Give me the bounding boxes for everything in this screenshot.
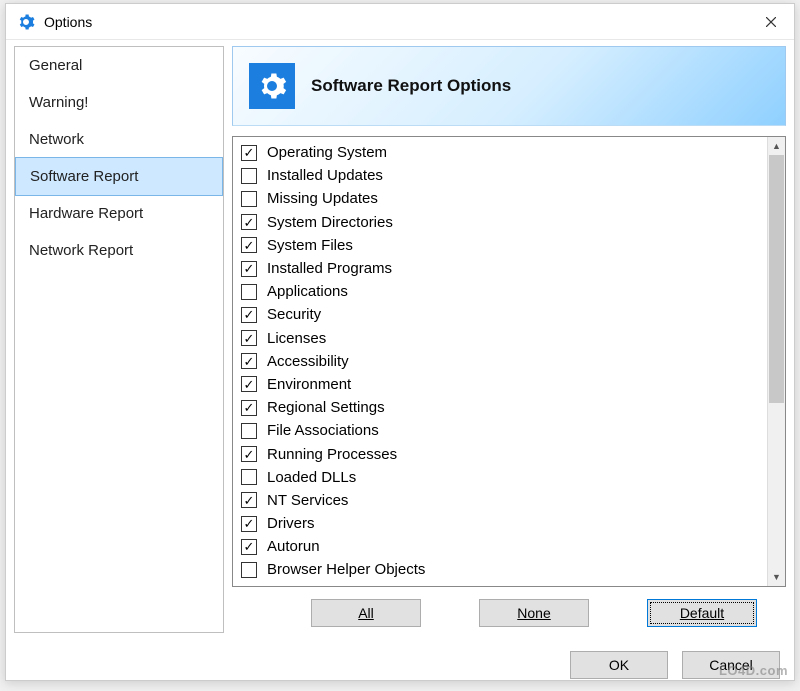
checkbox[interactable] <box>241 516 257 532</box>
sidebar-item-label: Software Report <box>30 168 138 185</box>
cancel-button-label: Cancel <box>709 657 753 673</box>
checklist-row[interactable]: Accessibility <box>235 350 765 373</box>
checkbox[interactable] <box>241 284 257 300</box>
sidebar-item-hardware-report[interactable]: Hardware Report <box>15 195 223 232</box>
none-button-label: None <box>517 605 550 621</box>
dialog-body: General Warning! Network Software Report Har… <box>6 40 794 641</box>
checklist-row[interactable]: Installed Updates <box>235 164 765 187</box>
checkbox[interactable] <box>241 261 257 277</box>
checkbox[interactable] <box>241 446 257 462</box>
titlebar: Options <box>6 4 794 40</box>
all-button-label: All <box>358 605 374 621</box>
checkbox[interactable] <box>241 400 257 416</box>
sidebar-item-network-report[interactable]: Network Report <box>15 232 223 269</box>
checkbox[interactable] <box>241 562 257 578</box>
checkbox[interactable] <box>241 492 257 508</box>
vertical-scrollbar[interactable]: ▲ ▼ <box>767 137 785 586</box>
checklist-row[interactable]: File Associations <box>235 419 765 442</box>
checklist-row[interactable]: Installed Programs <box>235 257 765 280</box>
dialog-footer: OK Cancel <box>6 641 794 691</box>
checklist-row[interactable]: Drivers <box>235 512 765 535</box>
checklist-row[interactable]: Regional Settings <box>235 396 765 419</box>
checkbox[interactable] <box>241 539 257 555</box>
gear-icon <box>249 63 295 109</box>
checkbox[interactable] <box>241 330 257 346</box>
checkbox[interactable] <box>241 469 257 485</box>
checklist-row[interactable]: NT Services <box>235 489 765 512</box>
checklist-item-label: Autorun <box>267 538 320 555</box>
checklist-row[interactable]: Running Processes <box>235 442 765 465</box>
scroll-down-button[interactable]: ▼ <box>768 568 785 586</box>
checkbox[interactable] <box>241 214 257 230</box>
checklist-item-label: Security <box>267 306 321 323</box>
options-window: Options General Warning! Network Software R… <box>5 3 795 681</box>
checkbox[interactable] <box>241 191 257 207</box>
all-button[interactable]: All <box>311 599 421 627</box>
checklist-row[interactable]: Loaded DLLs <box>235 466 765 489</box>
sidebar-item-label: General <box>29 57 82 74</box>
checklist-item-label: Drivers <box>267 515 315 532</box>
nav-sidebar: General Warning! Network Software Report Har… <box>14 46 224 633</box>
checklist-box: Operating System Installed Updates Missing… <box>232 136 786 587</box>
panel-banner: Software Report Options <box>232 46 786 126</box>
checklist-row[interactable]: Applications <box>235 280 765 303</box>
checklist-item-label: Accessibility <box>267 353 349 370</box>
checkbox[interactable] <box>241 168 257 184</box>
sidebar-item-label: Warning! <box>29 94 88 111</box>
checklist-item-label: Loaded DLLs <box>267 469 356 486</box>
checklist-row[interactable]: Autorun <box>235 535 765 558</box>
ok-button[interactable]: OK <box>570 651 668 679</box>
close-button[interactable] <box>748 4 794 40</box>
scroll-track[interactable] <box>768 155 785 568</box>
checklist-item-label: System Directories <box>267 214 393 231</box>
cancel-button[interactable]: Cancel <box>682 651 780 679</box>
checklist-item-label: Environment <box>267 376 351 393</box>
checklist-item-label: System Files <box>267 237 353 254</box>
checklist-row[interactable]: System Files <box>235 234 765 257</box>
checklist-item-label: Missing Updates <box>267 190 378 207</box>
checkbox[interactable] <box>241 376 257 392</box>
checklist-row[interactable]: Licenses <box>235 327 765 350</box>
default-button-label: Default <box>680 605 724 621</box>
scroll-up-button[interactable]: ▲ <box>768 137 785 155</box>
checklist-item-label: File Associations <box>267 422 379 439</box>
sidebar-item-label: Hardware Report <box>29 205 143 222</box>
checkbox[interactable] <box>241 353 257 369</box>
sidebar-item-software-report[interactable]: Software Report <box>15 157 223 196</box>
checklist-row[interactable]: System Directories <box>235 211 765 234</box>
ok-button-label: OK <box>609 657 629 673</box>
checkbox[interactable] <box>241 237 257 253</box>
checklist-item-label: Applications <box>267 283 348 300</box>
checklist-item-label: Running Processes <box>267 446 397 463</box>
checklist-item-label: NT Services <box>267 492 348 509</box>
default-button[interactable]: Default <box>647 599 757 627</box>
window-title: Options <box>44 14 748 30</box>
none-button[interactable]: None <box>479 599 589 627</box>
checklist-item-label: Operating System <box>267 144 387 161</box>
sidebar-item-network[interactable]: Network <box>15 121 223 158</box>
sidebar-item-label: Network <box>29 131 84 148</box>
checklist-item-label: Installed Programs <box>267 260 392 277</box>
checklist-content: Operating System Installed Updates Missing… <box>233 137 767 586</box>
main-panel: Software Report Options Operating System… <box>232 46 786 633</box>
checklist-row[interactable]: Missing Updates <box>235 187 765 210</box>
scroll-thumb[interactable] <box>769 155 784 403</box>
checklist-row[interactable]: Browser Helper Objects <box>235 558 765 581</box>
sidebar-item-warning[interactable]: Warning! <box>15 84 223 121</box>
panel-title: Software Report Options <box>311 76 511 96</box>
checklist-item-label: Browser Helper Objects <box>267 561 425 578</box>
checklist-item-label: Regional Settings <box>267 399 385 416</box>
checklist-row[interactable]: Environment <box>235 373 765 396</box>
checklist-row[interactable]: Security <box>235 303 765 326</box>
checkbox[interactable] <box>241 145 257 161</box>
checklist-item-label: Installed Updates <box>267 167 383 184</box>
sidebar-item-label: Network Report <box>29 242 133 259</box>
sidebar-item-general[interactable]: General <box>15 47 223 84</box>
checklist-row[interactable]: Operating System <box>235 141 765 164</box>
checkbox[interactable] <box>241 307 257 323</box>
gear-icon <box>16 12 36 32</box>
checklist-item-label: Licenses <box>267 330 326 347</box>
selection-button-row: All None Default <box>232 587 786 633</box>
checkbox[interactable] <box>241 423 257 439</box>
